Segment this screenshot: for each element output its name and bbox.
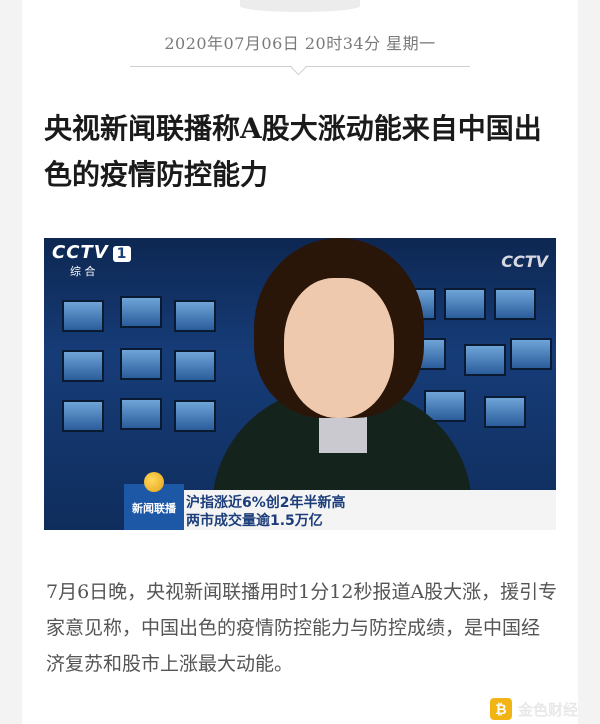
news-screenshot-image: CCTV 1 综 合 CCTV 新闻联播 沪指涨近6%创2年半新高 两市成交量逾1…: [44, 238, 556, 530]
program-logo: 新闻联播: [124, 472, 184, 530]
monitor: [494, 288, 536, 320]
monitor: [174, 400, 216, 432]
monitor: [174, 350, 216, 382]
channel-number: 1: [112, 246, 132, 262]
article-body: 7月6日晚，央视新闻联播用时1分12秒报道A股大涨，援引专家意见称，中国出色的疫…: [46, 581, 558, 675]
monitor: [174, 300, 216, 332]
program-logo-text: 新闻联播: [132, 502, 176, 515]
news-ticker: 沪指涨近6%创2年半新高 两市成交量逾1.5万亿: [184, 490, 556, 530]
globe-icon: [144, 472, 164, 492]
monitor: [510, 338, 552, 370]
cctv-logo: CCTV 1: [52, 242, 132, 263]
monitor: [62, 350, 104, 382]
watermark-text: 金色财经: [517, 700, 578, 719]
channel-sub: 综 合: [70, 265, 96, 278]
monitor: [120, 398, 162, 430]
ticker-line-2: 两市成交量逾1.5万亿: [186, 513, 323, 529]
article-datetime: 2020年07月06日 20时34分 星期一: [164, 34, 436, 53]
watermark: ₿ 金色财经: [489, 698, 578, 720]
ticker-line-1: 沪指涨近6%创2年半新高: [186, 495, 346, 511]
cctv-logo-text: CCTV: [52, 242, 109, 263]
monitor: [120, 296, 162, 328]
monitor: [444, 288, 486, 320]
monitor: [62, 400, 104, 432]
monitor: [62, 300, 104, 332]
monitor: [120, 348, 162, 380]
article-title: 央视新闻联播称A股大涨动能来自中国出色的疫情防控能力: [44, 112, 542, 191]
coin-badge-icon: ₿: [489, 698, 512, 720]
monitor: [464, 344, 506, 376]
cctv-logo-right: CCTV: [501, 252, 548, 271]
monitor: [484, 396, 526, 428]
anchor-face: [284, 278, 394, 418]
top-shadow: [240, 0, 360, 12]
